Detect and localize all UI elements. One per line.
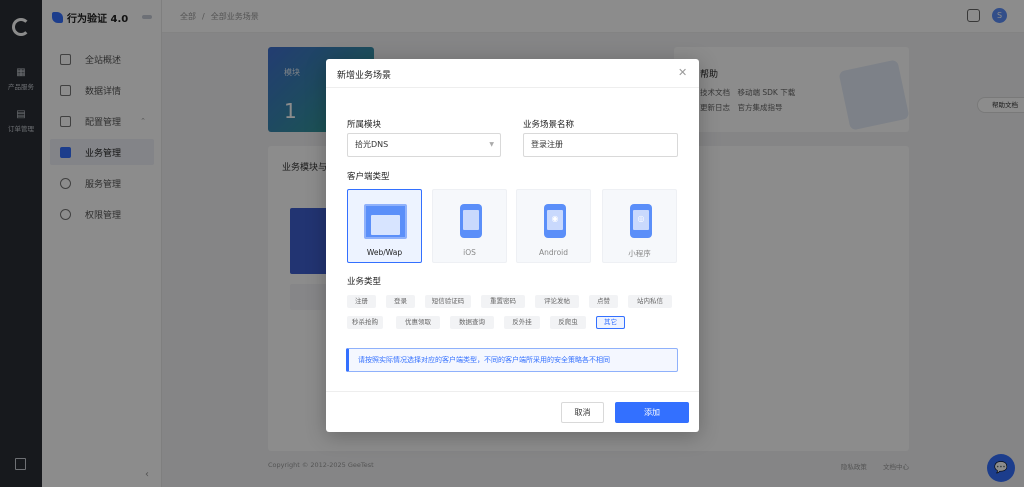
module-select[interactable]: 拾光DNS ▼: [347, 133, 501, 157]
biz-tag[interactable]: 登录: [386, 295, 415, 308]
biz-tag[interactable]: 优惠领取: [396, 316, 440, 329]
chevron-down-icon: ▼: [489, 141, 494, 148]
client-type-android[interactable]: ◉ Android: [516, 189, 591, 263]
client-type-miniprogram[interactable]: ◎ 小程序: [602, 189, 677, 263]
module-label: 所属模块: [347, 120, 382, 130]
biz-tag[interactable]: 反外挂: [504, 316, 540, 329]
biz-type-label: 业务类型: [347, 277, 382, 287]
add-scene-modal: 新增业务场景 ✕ 所属模块 拾光DNS ▼ 业务场景名称 登录注册 客户端类型 …: [326, 59, 699, 432]
biz-tag[interactable]: 站内私信: [628, 295, 672, 308]
scene-name-input[interactable]: 登录注册: [523, 133, 678, 157]
biz-tag[interactable]: 评论发帖: [535, 295, 579, 308]
client-type-web[interactable]: Web/Wap: [347, 189, 422, 263]
scene-name-label: 业务场景名称: [523, 120, 575, 130]
biz-tag[interactable]: 反爬虫: [550, 316, 586, 329]
close-icon[interactable]: ✕: [678, 66, 687, 79]
client-type-notice: 请按照实际情况选择对应的客户端类型，不同的客户端所采用的安全策略各不相同: [346, 348, 678, 372]
biz-tag[interactable]: 短信验证码: [425, 295, 471, 308]
apple-phone-icon: [460, 204, 482, 238]
biz-tag[interactable]: 秒杀抢购: [347, 316, 383, 329]
client-type-ios[interactable]: iOS: [432, 189, 507, 263]
client-type-label: 客户端类型: [347, 172, 390, 182]
biz-tag-selected[interactable]: 其它: [596, 316, 625, 329]
add-button[interactable]: 添加: [615, 402, 689, 423]
biz-tag[interactable]: 数据查询: [450, 316, 494, 329]
android-phone-icon: ◉: [544, 204, 566, 238]
miniprogram-phone-icon: ◎: [630, 204, 652, 238]
browser-icon: [364, 204, 407, 239]
modal-header: 新增业务场景 ✕: [326, 59, 699, 88]
modal-title: 新增业务场景: [337, 71, 392, 81]
biz-tag[interactable]: 点赞: [589, 295, 618, 308]
cancel-button[interactable]: 取消: [561, 402, 604, 423]
biz-tag[interactable]: 注册: [347, 295, 376, 308]
biz-tag[interactable]: 重置密码: [481, 295, 525, 308]
